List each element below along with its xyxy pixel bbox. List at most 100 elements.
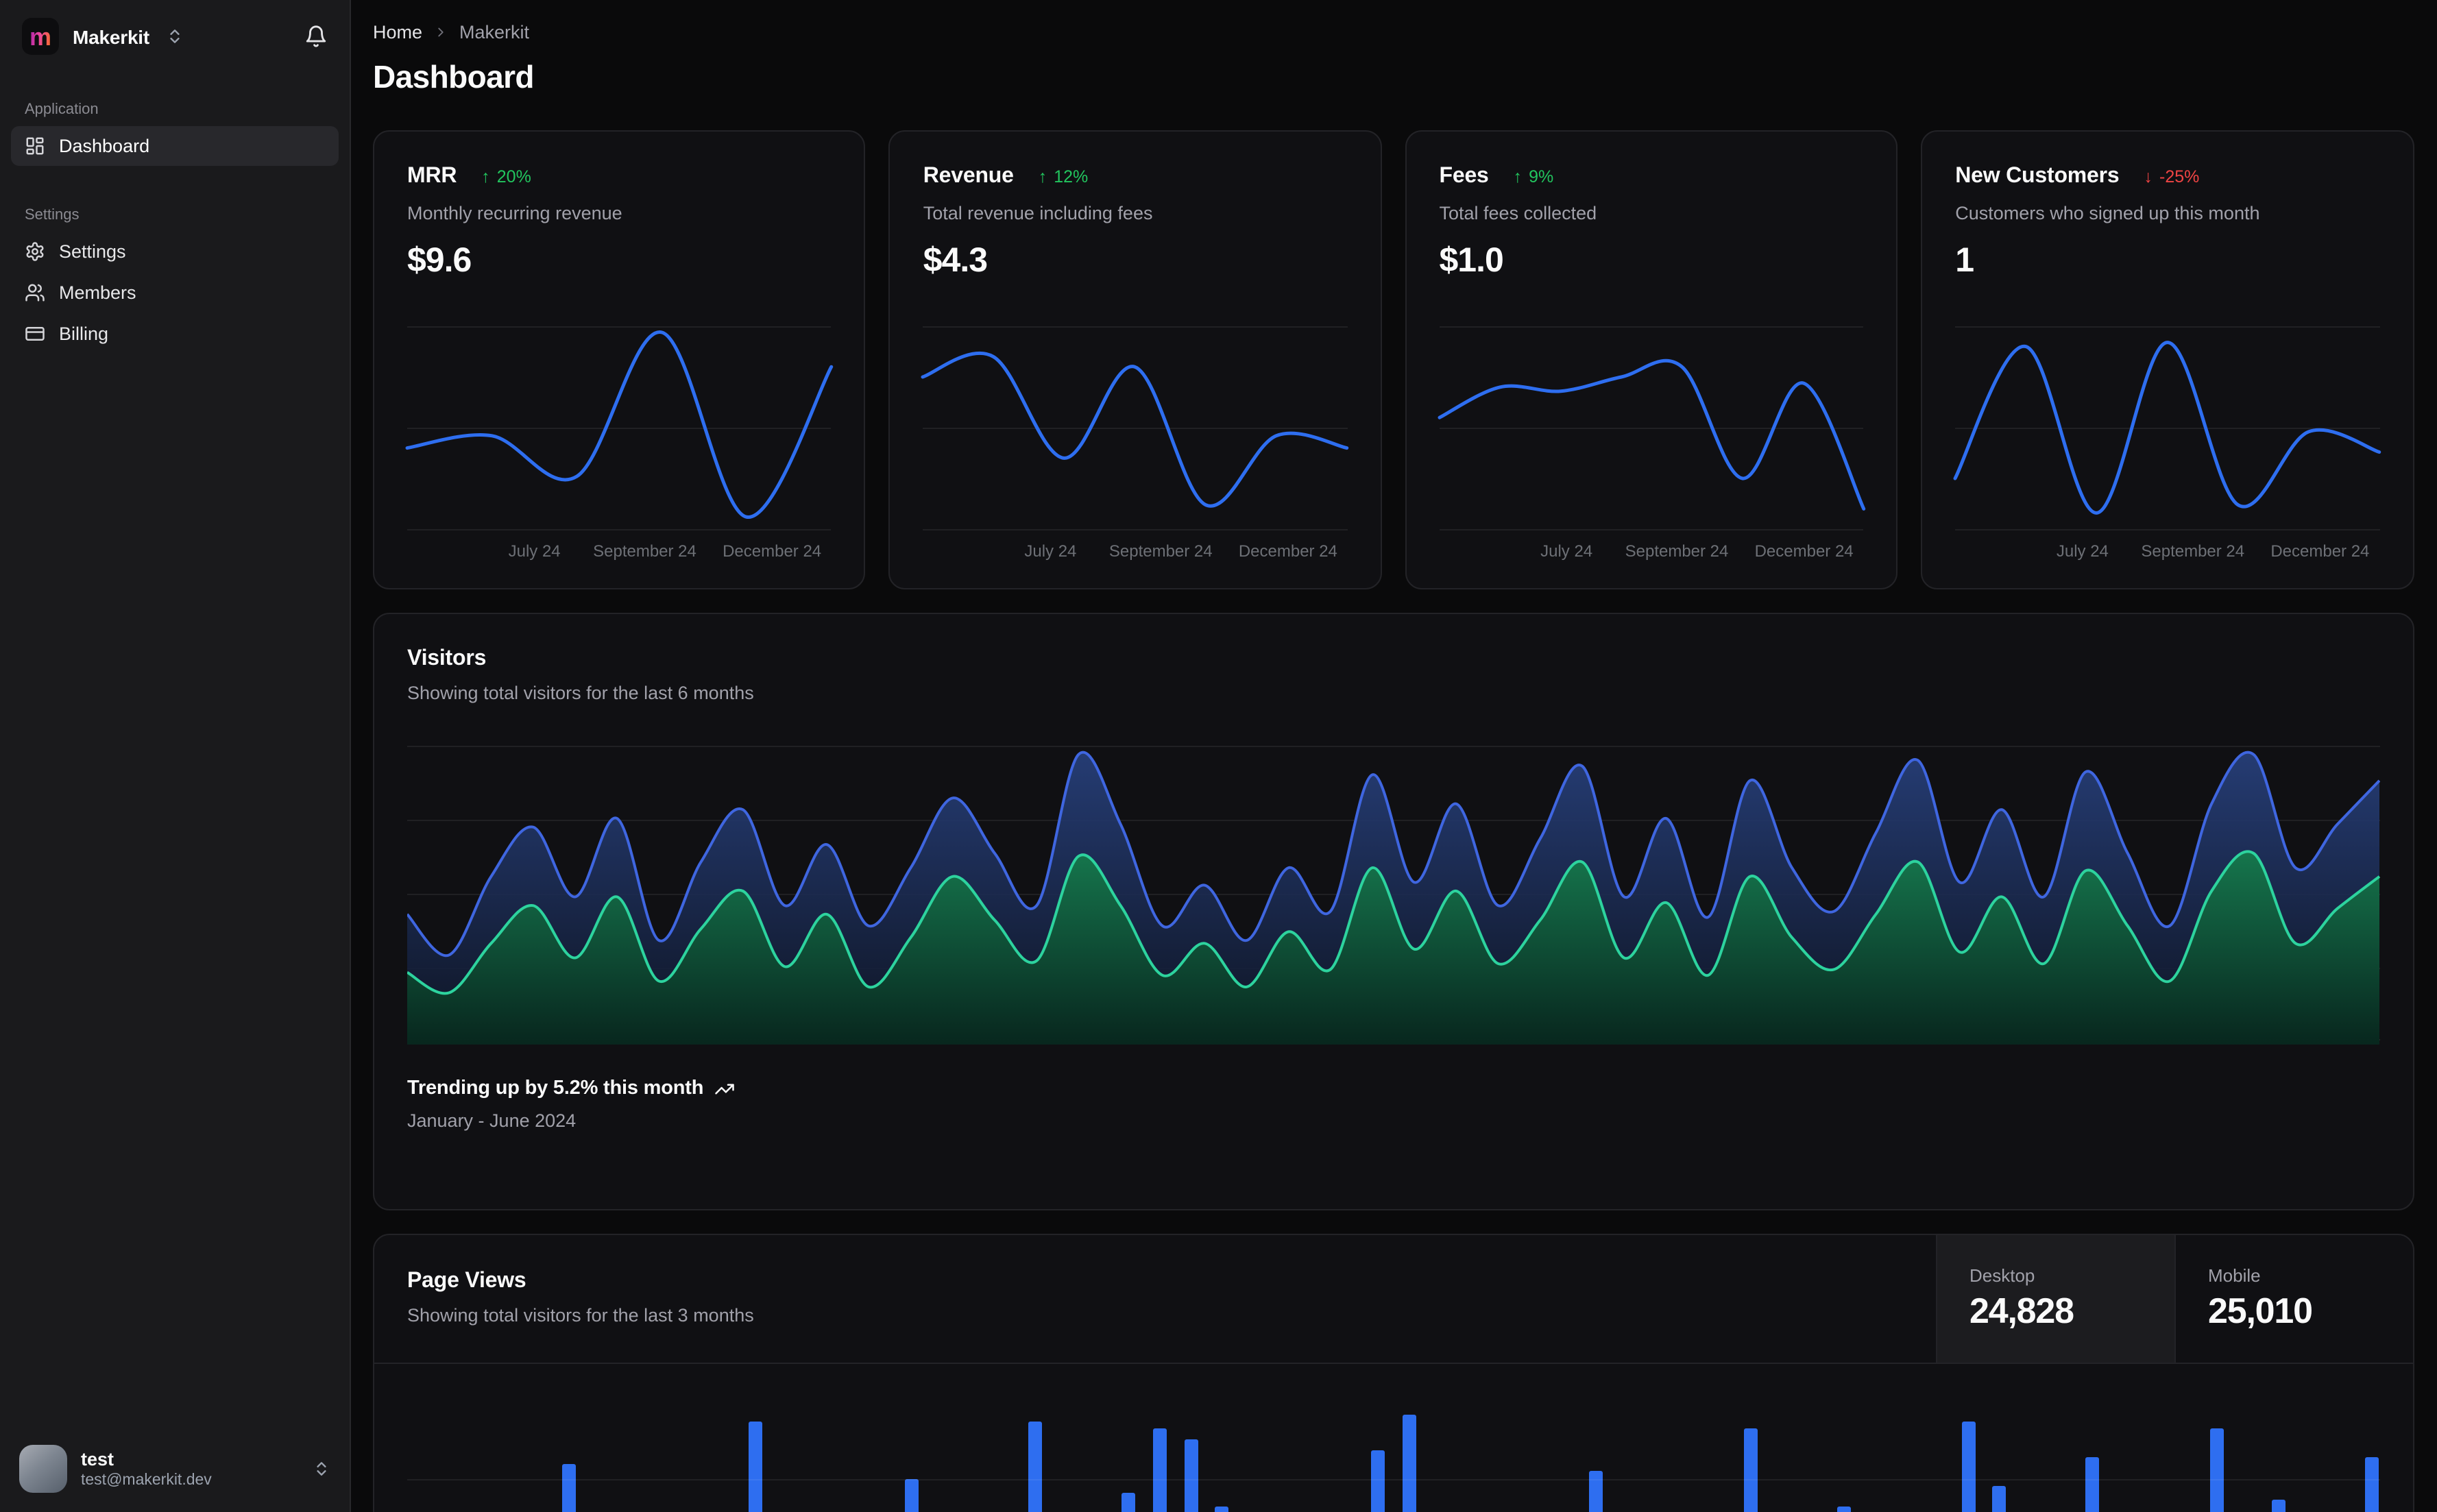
chevrons-up-down-icon — [313, 1460, 330, 1478]
breadcrumb: Home Makerkit — [373, 22, 2414, 42]
breadcrumb-home-link[interactable]: Home — [373, 22, 422, 42]
visitors-trend-text: Trending up by 5.2% this month — [407, 1077, 704, 1099]
stat-subtitle: Total revenue including fees — [923, 203, 1153, 223]
x-tick: December 24 — [723, 541, 822, 561]
mobile-label: Mobile — [2208, 1265, 2261, 1286]
visitors-card: Visitors Showing total visitors for the … — [373, 613, 2414, 1210]
stat-value: $4.3 — [923, 241, 988, 280]
stat-title: Fees — [1439, 164, 1489, 188]
page-views-bar — [1028, 1422, 1043, 1512]
sidebar-item-dashboard[interactable]: Dashboard — [11, 126, 339, 166]
x-axis-labels: July 24 September 24 December 24 — [1440, 541, 1864, 563]
nav-section-settings: Settings — [25, 207, 80, 223]
visitors-footer: Trending up by 5.2% this month January -… — [407, 1077, 2379, 1131]
x-tick: July 24 — [2056, 541, 2109, 561]
workspace-switcher[interactable]: m Makerkit — [0, 0, 350, 71]
user-menu[interactable]: test test@makerkit.dev — [0, 1428, 350, 1512]
nav-section-application: Application — [25, 101, 99, 118]
stat-trend-badge: ↓ -25% — [2144, 167, 2200, 186]
page-views-bar — [2085, 1457, 2100, 1512]
makerkit-logo-letter: m — [29, 23, 51, 50]
stat-card-mrr: MRR ↑ 20% Monthly recurring revenue $9.6 … — [373, 130, 866, 589]
page-views-bar — [1121, 1493, 1136, 1512]
visitors-area-chart — [407, 736, 2379, 1045]
stat-trend-value: -25% — [2159, 167, 2200, 186]
visitors-period: January - June 2024 — [407, 1110, 577, 1131]
stat-trend-badge: ↑ 12% — [1039, 167, 1089, 186]
user-meta: test test@makerkit.dev — [81, 1449, 212, 1489]
stat-trend-value: 9% — [1529, 167, 1554, 186]
stat-trend-value: 20% — [496, 167, 531, 186]
arrow-up-icon: ↑ — [1038, 167, 1047, 186]
chevrons-up-down-icon — [166, 27, 184, 45]
stat-trend-value: 12% — [1054, 167, 1089, 186]
page-views-bar — [1836, 1507, 1851, 1512]
page-views-bar — [1184, 1439, 1198, 1512]
revenue-sparkline-chart — [923, 326, 1348, 531]
credit-card-icon — [25, 324, 45, 344]
x-tick: July 24 — [508, 541, 561, 561]
sidebar-item-label: Members — [59, 282, 136, 303]
chevron-right-icon — [433, 25, 448, 40]
stat-card-new-customers: New Customers ↓ -25% Customers who signed… — [1921, 130, 2414, 589]
sidebar-item-label: Billing — [59, 324, 109, 344]
new-customers-sparkline-chart — [1955, 326, 2379, 531]
page-views-bar — [2272, 1500, 2286, 1512]
page-views-bar — [1215, 1507, 1229, 1512]
visitors-title: Visitors — [407, 647, 487, 670]
notifications-bell-icon[interactable] — [304, 25, 328, 48]
stat-value: 1 — [1955, 241, 1974, 280]
sidebar-item-settings[interactable]: Settings — [11, 232, 339, 271]
x-tick: September 24 — [593, 541, 696, 561]
stat-title: Revenue — [923, 164, 1014, 188]
x-tick: September 24 — [1625, 541, 1729, 561]
page-views-bar — [1961, 1422, 1976, 1512]
stat-trend-badge: ↑ 20% — [481, 167, 531, 186]
page-views-bar — [1588, 1471, 1603, 1512]
page-views-bar — [1992, 1485, 2006, 1512]
stat-cards-row: MRR ↑ 20% Monthly recurring revenue $9.6 … — [373, 130, 2414, 589]
gear-icon — [25, 241, 45, 262]
page-views-subtitle: Showing total visitors for the last 3 mo… — [407, 1305, 754, 1326]
page-views-toggle-desktop[interactable]: Desktop 24,828 — [1935, 1235, 2174, 1363]
user-name: test — [81, 1449, 114, 1470]
desktop-label: Desktop — [1969, 1265, 2035, 1286]
stat-title: New Customers — [1955, 164, 2120, 188]
page-views-bar — [1370, 1450, 1385, 1512]
user-avatar — [19, 1445, 67, 1493]
desktop-value: 24,828 — [1969, 1290, 2074, 1331]
stat-subtitle: Customers who signed up this month — [1955, 203, 2260, 223]
x-tick: September 24 — [2141, 541, 2245, 561]
sidebar-item-members[interactable]: Members — [11, 273, 339, 313]
page-views-toggle-mobile[interactable]: Mobile 25,010 — [2174, 1235, 2412, 1363]
stat-value: $9.6 — [407, 241, 472, 280]
page-views-bar — [749, 1422, 763, 1512]
sidebar-nav: Application Dashboard Settings Settings … — [0, 71, 350, 355]
page-views-title: Page Views — [407, 1269, 526, 1293]
sidebar-item-label: Dashboard — [59, 136, 150, 156]
trending-up-icon — [714, 1078, 735, 1099]
x-axis-labels: July 24 September 24 December 24 — [923, 541, 1348, 563]
sidebar-item-label: Settings — [59, 241, 126, 262]
page-views-card: Page Views Showing total visitors for th… — [373, 1234, 2414, 1512]
stat-subtitle: Monthly recurring revenue — [407, 203, 622, 223]
layout-dashboard-icon — [25, 136, 45, 156]
x-tick: September 24 — [1108, 541, 1213, 561]
page-views-header: Page Views Showing total visitors for th… — [374, 1235, 2412, 1364]
page-views-bar — [1153, 1428, 1167, 1512]
x-tick: July 24 — [1024, 541, 1077, 561]
page-views-bar — [1402, 1414, 1416, 1512]
arrow-up-icon: ↑ — [1513, 167, 1523, 186]
x-axis-labels: July 24 September 24 December 24 — [1955, 541, 2379, 563]
page-title: Dashboard — [373, 59, 534, 95]
arrow-up-icon: ↑ — [481, 167, 490, 186]
user-email: test@makerkit.dev — [81, 1472, 212, 1489]
makerkit-logo: m — [22, 18, 59, 55]
mobile-value: 25,010 — [2208, 1290, 2313, 1331]
sidebar: m Makerkit Application Dashboard Setting… — [0, 0, 351, 1512]
stat-card-revenue: Revenue ↑ 12% Total revenue including fee… — [888, 130, 1382, 589]
x-tick: December 24 — [1238, 541, 1337, 561]
sidebar-item-billing[interactable]: Billing — [11, 314, 339, 354]
page-views-bar — [2209, 1428, 2224, 1512]
mrr-sparkline-chart — [407, 326, 832, 531]
